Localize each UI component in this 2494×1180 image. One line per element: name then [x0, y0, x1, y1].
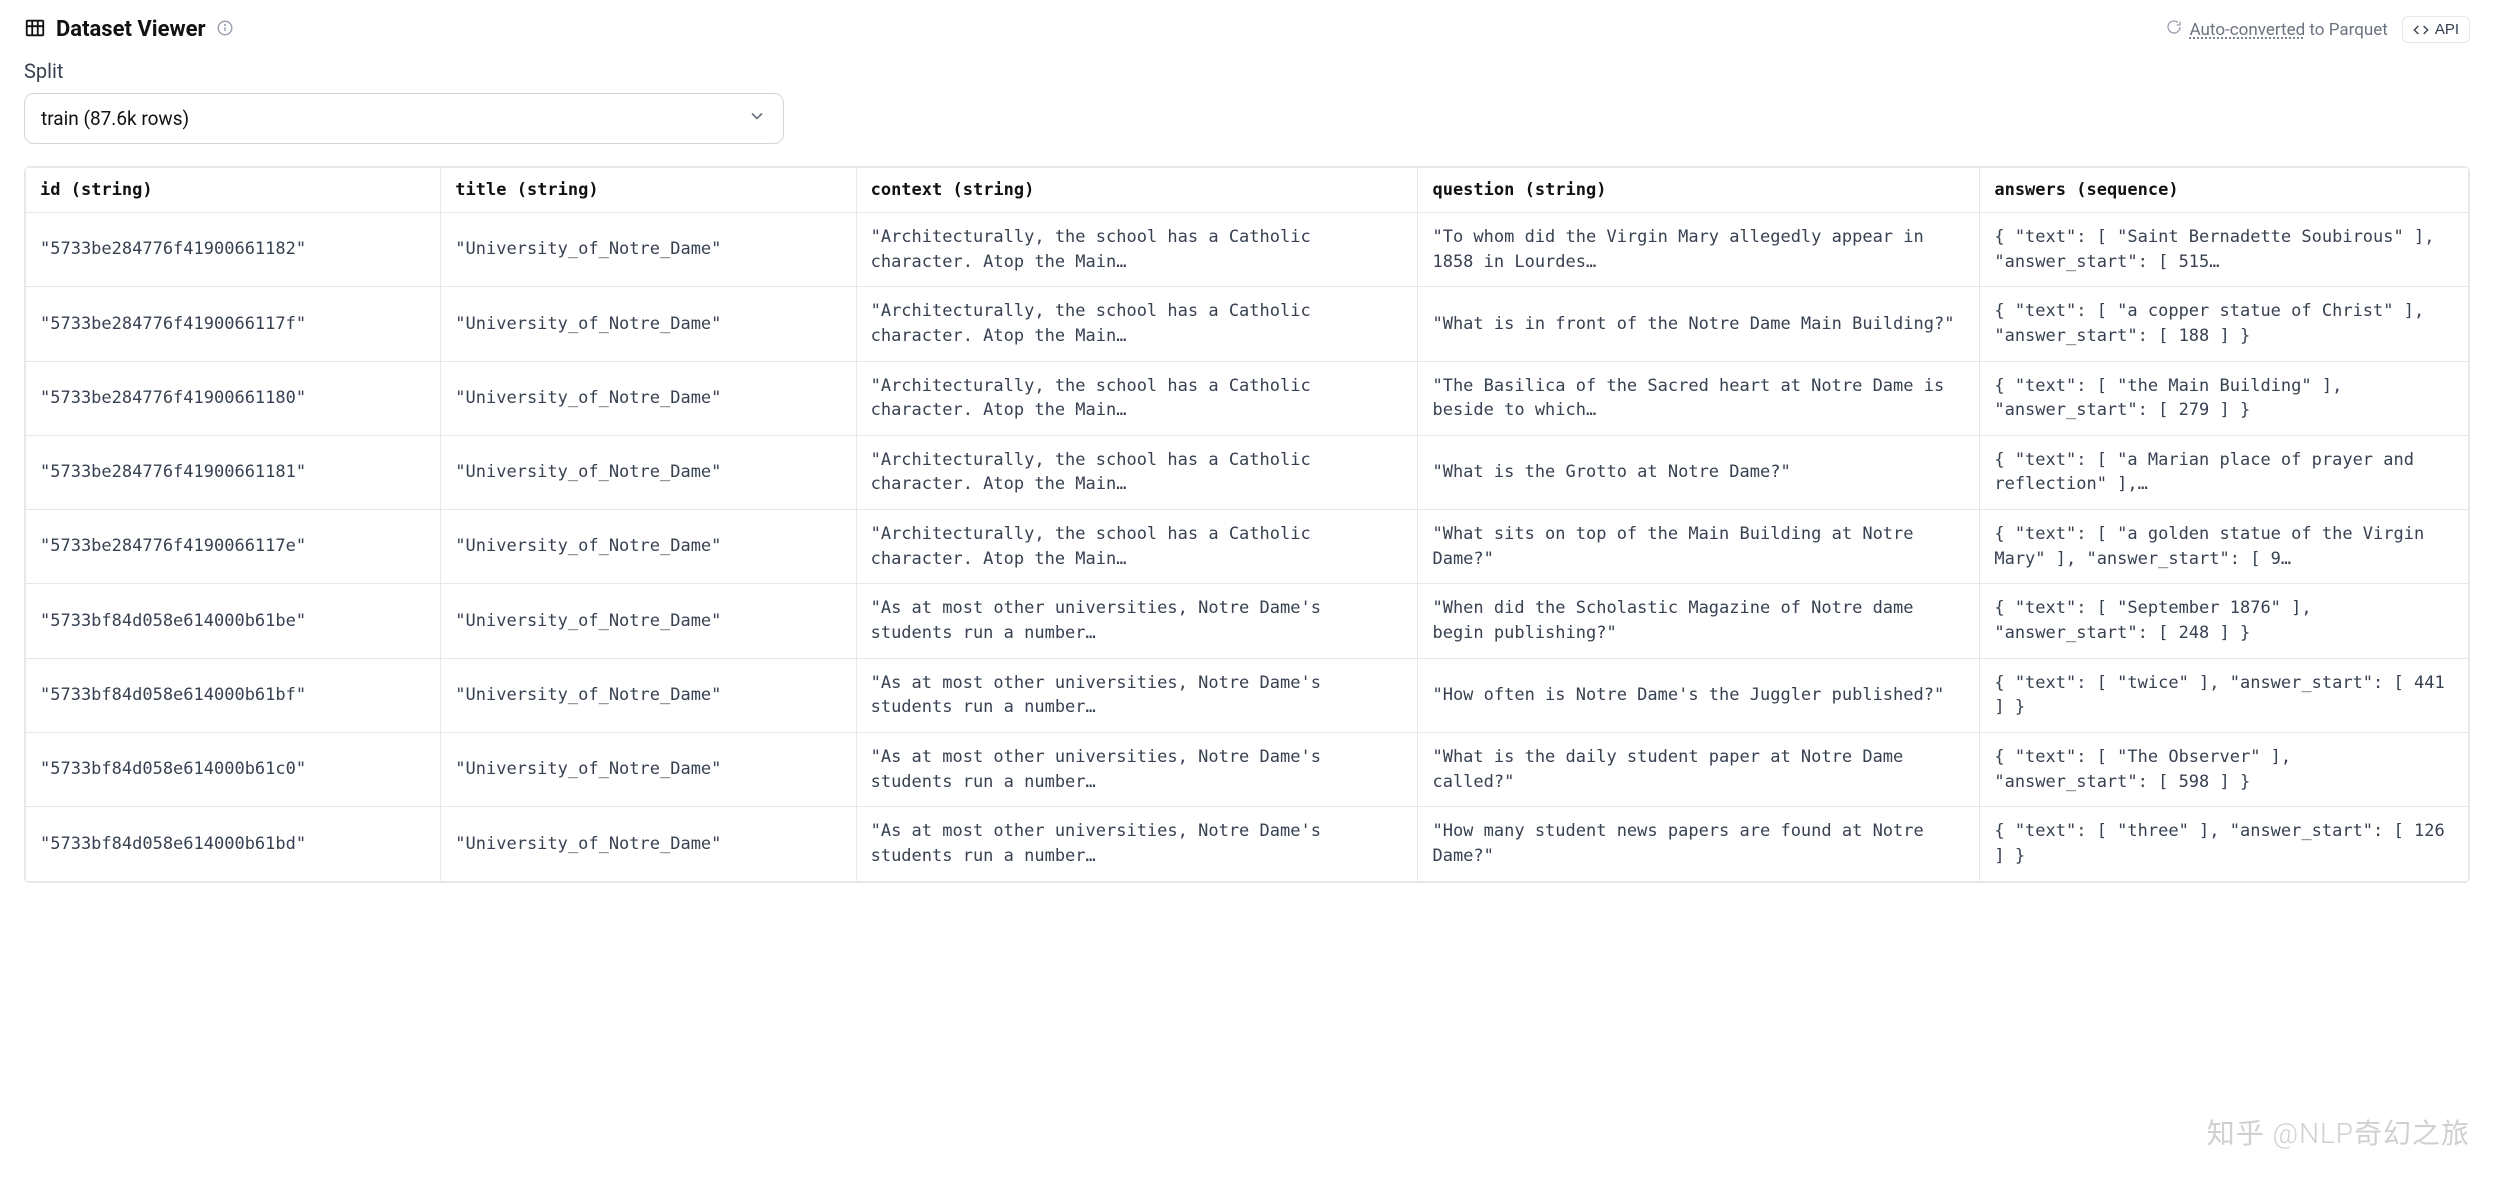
cell-id: "5733bf84d058e614000b61bf": [26, 658, 441, 732]
cell-answers: { "text": [ "The Observer" ], "answer_st…: [1980, 732, 2469, 806]
split-label: Split: [24, 59, 2470, 83]
right-actions: Auto-converted to Parquet API: [2166, 16, 2470, 43]
column-header-title[interactable]: title (string): [441, 168, 856, 213]
chevron-down-icon: [747, 106, 767, 131]
cell-title: "University_of_Notre_Dame": [441, 658, 856, 732]
cell-answers: { "text": [ "a copper statue of Christ" …: [1980, 287, 2469, 361]
cell-question: "To whom did the Virgin Mary allegedly a…: [1418, 213, 1980, 287]
cell-id: "5733be284776f4190066117e": [26, 510, 441, 584]
auto-convert-text: Auto-converted to Parquet: [2166, 19, 2388, 40]
cell-context: "As at most other universities, Notre Da…: [856, 807, 1418, 881]
cell-question: "What is the daily student paper at Notr…: [1418, 732, 1980, 806]
cell-context: "Architecturally, the school has a Catho…: [856, 435, 1418, 509]
cell-question: "What is in front of the Notre Dame Main…: [1418, 287, 1980, 361]
cell-answers: { "text": [ "Saint Bernadette Soubirous"…: [1980, 213, 2469, 287]
cell-context: "As at most other universities, Notre Da…: [856, 732, 1418, 806]
title-group: Dataset Viewer: [24, 17, 234, 43]
cell-id: "5733bf84d058e614000b61c0": [26, 732, 441, 806]
cell-title: "University_of_Notre_Dame": [441, 361, 856, 435]
table-row[interactable]: "5733bf84d058e614000b61bf""University_of…: [26, 658, 2469, 732]
header: Dataset Viewer Auto-converted to: [24, 16, 2470, 43]
cell-id: "5733be284776f41900661181": [26, 435, 441, 509]
cell-title: "University_of_Notre_Dame": [441, 584, 856, 658]
cell-id: "5733be284776f41900661182": [26, 213, 441, 287]
column-header-context[interactable]: context (string): [856, 168, 1418, 213]
cell-context: "Architecturally, the school has a Catho…: [856, 361, 1418, 435]
table-row[interactable]: "5733be284776f41900661180""University_of…: [26, 361, 2469, 435]
table-row[interactable]: "5733bf84d058e614000b61bd""University_of…: [26, 807, 2469, 881]
cell-title: "University_of_Notre_Dame": [441, 213, 856, 287]
api-label: API: [2435, 21, 2459, 38]
watermark: 知乎 @NLP奇幻之旅: [2207, 1112, 2470, 1152]
cell-context: "Architecturally, the school has a Catho…: [856, 510, 1418, 584]
cell-id: "5733be284776f4190066117f": [26, 287, 441, 361]
column-header-answers[interactable]: answers (sequence): [1980, 168, 2469, 213]
cell-answers: { "text": [ "three" ], "answer_start": […: [1980, 807, 2469, 881]
table-row[interactable]: "5733bf84d058e614000b61c0""University_of…: [26, 732, 2469, 806]
info-icon[interactable]: [216, 19, 234, 41]
table-icon: [24, 17, 46, 43]
cell-question: "How often is Notre Dame's the Juggler p…: [1418, 658, 1980, 732]
cell-answers: { "text": [ "a golden statue of the Virg…: [1980, 510, 2469, 584]
split-select[interactable]: train (87.6k rows): [24, 93, 784, 144]
auto-converted-suffix: to Parquet: [2305, 20, 2388, 40]
cell-answers: { "text": [ "September 1876" ], "answer_…: [1980, 584, 2469, 658]
cell-question: "When did the Scholastic Magazine of Not…: [1418, 584, 1980, 658]
auto-converted-link[interactable]: Auto-converted: [2190, 20, 2306, 40]
cell-id: "5733bf84d058e614000b61bd": [26, 807, 441, 881]
cell-title: "University_of_Notre_Dame": [441, 435, 856, 509]
cell-question: "What sits on top of the Main Building a…: [1418, 510, 1980, 584]
table-row[interactable]: "5733be284776f41900661182""University_of…: [26, 213, 2469, 287]
cell-question: "How many student news papers are found …: [1418, 807, 1980, 881]
cell-id: "5733be284776f41900661180": [26, 361, 441, 435]
cell-title: "University_of_Notre_Dame": [441, 287, 856, 361]
column-header-id[interactable]: id (string): [26, 168, 441, 213]
page-title: Dataset Viewer: [56, 17, 206, 42]
cell-answers: { "text": [ "the Main Building" ], "answ…: [1980, 361, 2469, 435]
cell-context: "Architecturally, the school has a Catho…: [856, 287, 1418, 361]
table-row[interactable]: "5733bf84d058e614000b61be""University_of…: [26, 584, 2469, 658]
cell-answers: { "text": [ "twice" ], "answer_start": […: [1980, 658, 2469, 732]
data-table: id (string)title (string)context (string…: [24, 166, 2470, 883]
column-header-question[interactable]: question (string): [1418, 168, 1980, 213]
cell-title: "University_of_Notre_Dame": [441, 510, 856, 584]
cell-question: "What is the Grotto at Notre Dame?": [1418, 435, 1980, 509]
cell-context: "As at most other universities, Notre Da…: [856, 584, 1418, 658]
cell-title: "University_of_Notre_Dame": [441, 807, 856, 881]
cell-question: "The Basilica of the Sacred heart at Not…: [1418, 361, 1980, 435]
cell-answers: { "text": [ "a Marian place of prayer an…: [1980, 435, 2469, 509]
table-row[interactable]: "5733be284776f41900661181""University_of…: [26, 435, 2469, 509]
refresh-icon[interactable]: [2166, 19, 2182, 40]
table-row[interactable]: "5733be284776f4190066117f""University_of…: [26, 287, 2469, 361]
api-button[interactable]: API: [2402, 16, 2470, 43]
cell-id: "5733bf84d058e614000b61be": [26, 584, 441, 658]
split-selected: train (87.6k rows): [41, 107, 189, 130]
cell-title: "University_of_Notre_Dame": [441, 732, 856, 806]
cell-context: "As at most other universities, Notre Da…: [856, 658, 1418, 732]
cell-context: "Architecturally, the school has a Catho…: [856, 213, 1418, 287]
table-row[interactable]: "5733be284776f4190066117e""University_of…: [26, 510, 2469, 584]
